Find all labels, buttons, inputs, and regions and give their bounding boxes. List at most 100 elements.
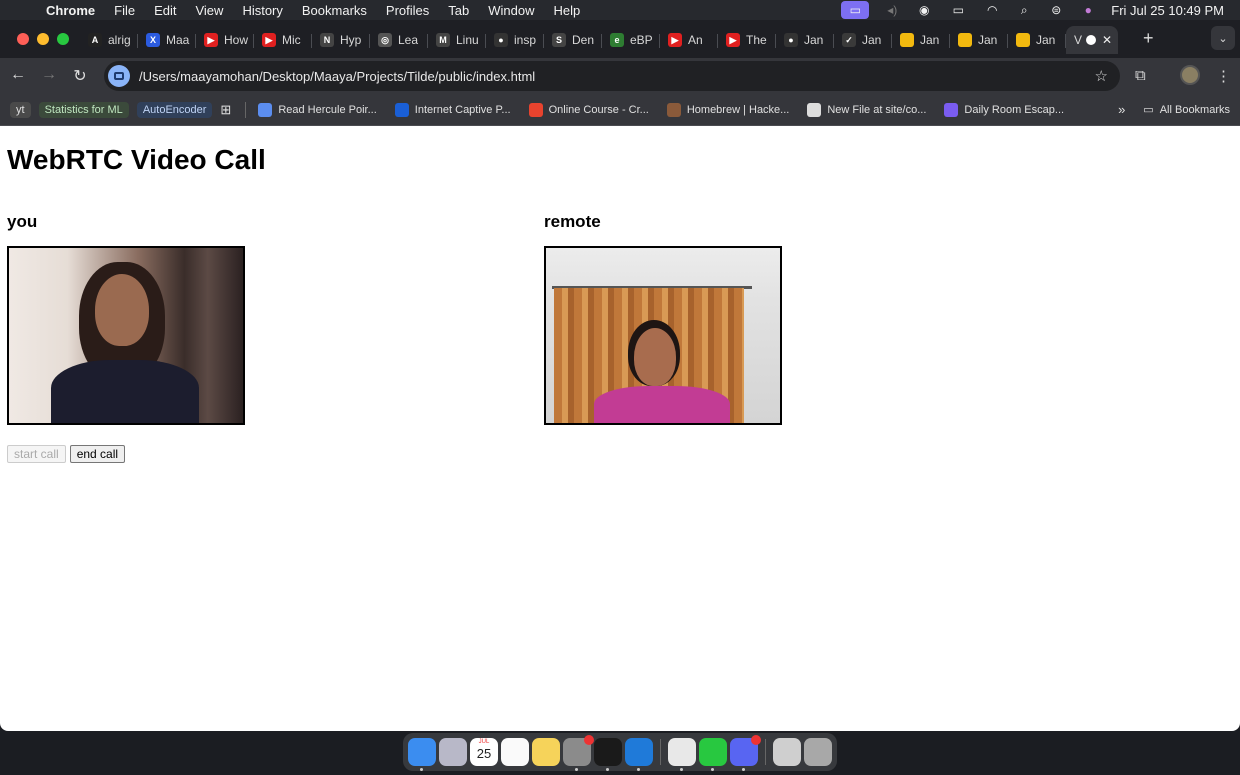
play-icon[interactable]: ◉	[915, 3, 933, 17]
tab-favicon-icon: S	[552, 33, 566, 47]
end-call-button[interactable]: end call	[69, 445, 126, 463]
more-bookmarks-button[interactable]: »	[1118, 102, 1125, 117]
close-window-button[interactable]	[17, 33, 29, 45]
bookmark-item[interactable]: Homebrew | Hacke...	[666, 102, 789, 117]
tab-title: Mic	[282, 33, 301, 47]
active-tab[interactable]: V ✕	[1066, 26, 1118, 54]
running-indicator	[742, 768, 745, 771]
back-icon[interactable]: ←	[8, 66, 28, 84]
tab-favicon-icon: ●	[494, 33, 508, 47]
control-center-icon[interactable]: ⊜	[1047, 3, 1065, 17]
reload-icon[interactable]: ↻	[70, 66, 90, 86]
bookmark-item[interactable]: New File at site/co...	[807, 102, 926, 117]
bookmark-chip-autoencoder[interactable]: AutoEncoder	[136, 101, 213, 118]
browser-tab[interactable]: ▶ An	[660, 26, 718, 54]
browser-tab[interactable]: Jan	[1008, 26, 1066, 54]
browser-tab[interactable]: ▶ The	[718, 26, 776, 54]
extensions-icon[interactable]: ⧉	[1135, 67, 1146, 84]
browser-tab[interactable]: Jan	[892, 26, 950, 54]
bookmark-item[interactable]: Internet Captive P...	[394, 102, 511, 117]
apps-grid-icon[interactable]: ⊞	[220, 102, 231, 118]
zoom-window-button[interactable]	[57, 33, 69, 45]
tab-favicon-icon: A	[88, 33, 102, 47]
profile-avatar[interactable]	[1180, 65, 1200, 85]
browser-tab[interactable]: ▶ Mic	[254, 26, 312, 54]
video-call-site-icon[interactable]	[108, 65, 130, 87]
forward-icon[interactable]: →	[39, 66, 59, 84]
browser-tab[interactable]: ◎ Lea	[370, 26, 428, 54]
tab-favicon-icon	[900, 33, 914, 47]
whatsapp-icon[interactable]	[699, 738, 727, 771]
notification-badge	[751, 735, 761, 745]
wifi-icon[interactable]: ◠	[983, 3, 1001, 17]
bookmark-favicon-icon	[944, 102, 959, 117]
finder-icon[interactable]	[408, 738, 436, 771]
browser-tab[interactable]: ✓ Jan	[834, 26, 892, 54]
browser-tab[interactable]: ● insp	[486, 26, 544, 54]
spotlight-search-icon[interactable]: ⌕	[1015, 3, 1033, 17]
preview-icon[interactable]	[773, 738, 801, 766]
browser-tab[interactable]: ● Jan	[776, 26, 834, 54]
menu-window[interactable]: Window	[488, 3, 534, 18]
tab-search-button[interactable]: ⌄	[1211, 26, 1235, 50]
tab-strip: Aalrig X Maa ▶ How ▶ Mic N Hyp ◎ Lea M Linu ● insp S Den…	[0, 20, 1240, 58]
all-bookmarks-link[interactable]: All Bookmarks	[1160, 104, 1230, 116]
launchpad-icon[interactable]	[439, 738, 467, 766]
menu-help[interactable]: Help	[554, 3, 581, 18]
start-call-button[interactable]: start call	[7, 445, 66, 463]
discord-icon[interactable]	[730, 735, 761, 771]
chrome-icon[interactable]	[668, 738, 696, 771]
tab-title: How	[224, 33, 249, 47]
bookmarks-right: » ▭ All Bookmarks	[1118, 102, 1230, 117]
tab-title: eBP	[630, 33, 653, 47]
browser-tab[interactable]: S Den	[544, 26, 602, 54]
terminal-icon[interactable]	[594, 738, 622, 771]
browser-tab[interactable]: e eBP	[602, 26, 660, 54]
bookmark-chip-yt[interactable]: yt	[10, 101, 31, 118]
menu-view[interactable]: View	[195, 3, 223, 18]
reminders-icon[interactable]	[501, 738, 529, 766]
running-indicator	[711, 768, 714, 771]
menu-history[interactable]: History	[242, 3, 282, 18]
tab-favicon-icon: N	[320, 33, 334, 47]
running-indicator	[420, 768, 423, 771]
bookmark-item[interactable]: Online Course - Cr...	[528, 102, 649, 117]
menu-tab[interactable]: Tab	[448, 3, 469, 18]
minimize-window-button[interactable]	[37, 33, 49, 45]
calendar-icon[interactable]: JUL 25	[470, 738, 498, 766]
menu-bookmarks[interactable]: Bookmarks	[302, 3, 367, 18]
menu-file[interactable]: File	[114, 3, 135, 18]
menu-app-name[interactable]: Chrome	[46, 3, 95, 18]
menu-edit[interactable]: Edit	[154, 3, 176, 18]
browser-tab[interactable]: ▶ How	[196, 26, 254, 54]
volume-icon[interactable]: ◂)	[883, 3, 901, 17]
browser-tab[interactable]: M Linu	[428, 26, 486, 54]
address-bar[interactable]: /Users/maayamohan/Desktop/Maaya/Projects…	[104, 61, 1120, 91]
menu-clock[interactable]: Fri Jul 25 10:49 PM	[1111, 3, 1224, 18]
bookmark-star-icon[interactable]: ☆	[1095, 67, 1108, 85]
battery-icon[interactable]: ▭	[947, 3, 969, 17]
url-text[interactable]: /Users/maayamohan/Desktop/Maaya/Projects…	[139, 69, 535, 84]
system-settings-icon[interactable]	[563, 735, 594, 771]
screen-share-icon[interactable]: ▭	[841, 1, 870, 19]
new-tab-button[interactable]: +	[1143, 28, 1154, 49]
vscode-icon[interactable]	[625, 738, 653, 771]
browser-tab[interactable]: Jan	[950, 26, 1008, 54]
remote-video-label: remote	[544, 212, 601, 231]
notes-icon[interactable]	[532, 738, 560, 766]
running-indicator	[680, 768, 683, 771]
trash-icon[interactable]	[804, 738, 832, 766]
bookmark-item[interactable]: Read Hercule Poir...	[258, 102, 377, 117]
menu-profiles[interactable]: Profiles	[386, 3, 429, 18]
siri-icon[interactable]: ●	[1079, 3, 1097, 17]
close-tab-icon[interactable]: ✕	[1102, 33, 1112, 47]
browser-tab[interactable]: X Maa	[138, 26, 196, 54]
bookmark-chip-statistics[interactable]: Statistics for ML	[38, 101, 129, 118]
local-video	[7, 246, 245, 425]
bookmark-item[interactable]: Daily Room Escap...	[944, 102, 1064, 117]
remote-person-shirt	[594, 386, 730, 423]
browser-tab[interactable]: Aalrig	[80, 26, 138, 54]
browser-tab[interactable]: N Hyp	[312, 26, 370, 54]
chrome-menu-icon[interactable]: ⋮	[1216, 67, 1231, 85]
tab-title: Jan	[920, 33, 940, 47]
